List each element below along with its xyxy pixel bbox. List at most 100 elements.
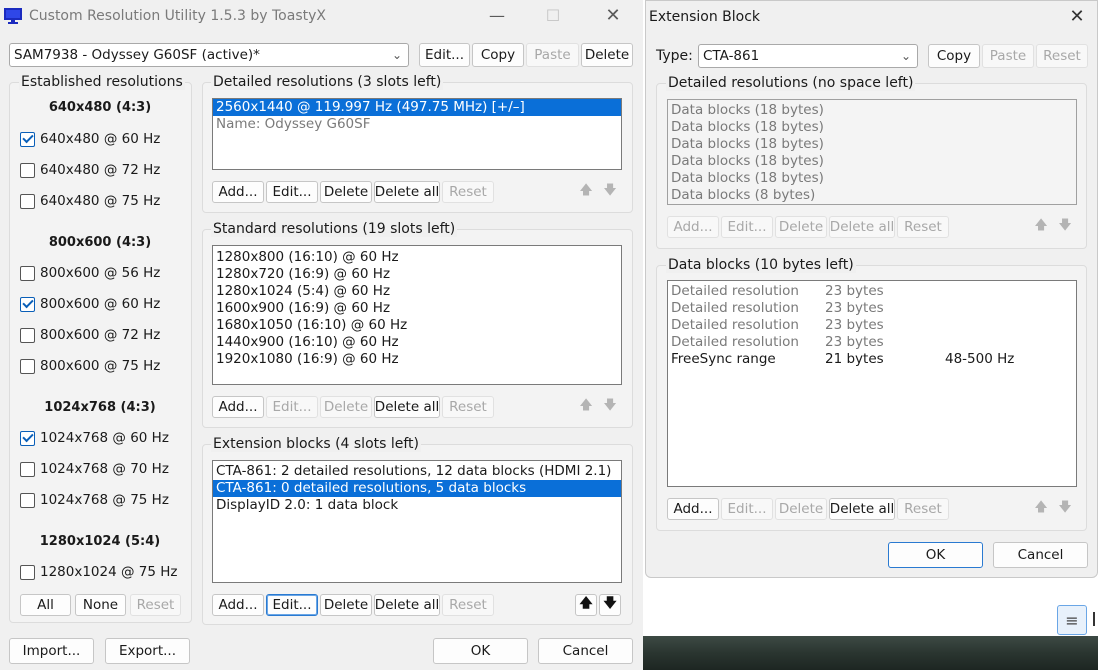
list-item[interactable]: Data blocks (8 bytes) [668,187,1076,204]
ext-detailed-delete-all-button[interactable]: Delete all [829,216,895,238]
extension-delete-button[interactable]: Delete [320,594,372,616]
checkbox-640x480-60[interactable]: 640x480 @ 60 Hz [20,131,160,147]
table-row[interactable]: Detailed resolution 23 bytes [668,334,1076,351]
checkbox-1024x768-60[interactable]: 1024x768 @ 60 Hz [20,430,169,446]
checkbox-1024x768-70[interactable]: 1024x768 @ 70 Hz [20,461,169,477]
ext-detailed-add-button[interactable]: Add... [667,216,719,238]
extension-move-up-button[interactable]: 🡅 [575,594,597,616]
all-button[interactable]: All [20,594,71,616]
type-select[interactable]: CTA-861 ⌄ [698,44,918,68]
list-item[interactable]: Data blocks (18 bytes) [668,136,1076,153]
extension-edit-button[interactable]: Edit... [266,594,318,616]
table-row[interactable]: Detailed resolution 23 bytes [668,283,1076,300]
list-item[interactable]: 1280x720 (16:9) @ 60 Hz [213,266,621,283]
device-paste-button[interactable]: Paste [526,43,579,67]
cancel-button[interactable]: Cancel [538,638,633,664]
ext-datablocks-delete-button[interactable]: Delete [775,498,827,520]
ext-detailed-reset-button[interactable]: Reset [897,216,949,238]
ext-datablocks-move-up-button[interactable]: 🡅 [1030,498,1052,520]
list-item[interactable]: 1440x900 (16:10) @ 60 Hz [213,334,621,351]
checkbox-1024x768-75[interactable]: 1024x768 @ 75 Hz [20,492,169,508]
ext-detailed-delete-button[interactable]: Delete [775,216,827,238]
checkbox-800x600-72[interactable]: 800x600 @ 72 Hz [20,327,160,343]
checkbox-800x600-56[interactable]: 800x600 @ 56 Hz [20,265,160,281]
detailed-edit-button[interactable]: Edit... [266,181,318,203]
standard-delete-all-button[interactable]: Delete all [374,396,440,418]
list-item[interactable]: 1680x1050 (16:10) @ 60 Hz [213,317,621,334]
table-row[interactable]: FreeSync range 21 bytes 48-500 Hz [668,351,1076,368]
checkbox-640x480-75[interactable]: 640x480 @ 75 Hz [20,193,160,209]
checkbox-checked-icon [20,296,35,312]
extension-reset-button[interactable]: Reset [442,594,494,616]
ok-button[interactable]: OK [433,638,528,664]
detailed-add-button[interactable]: Add... [212,181,264,203]
list-item[interactable]: 1280x1024 (5:4) @ 60 Hz [213,283,621,300]
established-reset-button[interactable]: Reset [130,594,181,616]
ext-datablocks-reset-button[interactable]: Reset [897,498,949,520]
ext-datablocks-add-button[interactable]: Add... [667,498,719,520]
list-item[interactable]: 1920x1080 (16:9) @ 60 Hz [213,351,621,368]
checkbox-1280x1024-75[interactable]: 1280x1024 @ 75 Hz [20,564,178,580]
detailed-move-down-button[interactable]: 🡇 [599,181,621,203]
device-select[interactable]: SAM7938 - Odyssey G60SF (active)* ⌄ [9,43,409,67]
standard-move-up-button[interactable]: 🡅 [575,396,597,418]
list-item[interactable]: Data blocks (18 bytes) [668,153,1076,170]
maximize-button[interactable]: ☐ [538,1,568,31]
detailed-delete-all-button[interactable]: Delete all [374,181,440,203]
checkbox-640x480-72[interactable]: 640x480 @ 72 Hz [20,162,160,178]
detailed-move-up-button[interactable]: 🡅 [575,181,597,203]
ext-ok-button[interactable]: OK [888,542,983,568]
list-item[interactable]: DisplayID 2.0: 1 data block [213,497,621,514]
close-icon: ✕ [1069,6,1085,27]
list-item[interactable]: Data blocks (18 bytes) [668,119,1076,136]
minimize-button[interactable]: — [482,1,512,31]
ext-detailed-move-up-button[interactable]: 🡅 [1030,216,1052,238]
device-edit-button[interactable]: Edit... [419,43,470,67]
group-heading-640: 640x480 (4:3) [48,100,152,115]
standard-reset-button[interactable]: Reset [442,396,494,418]
list-item[interactable]: 2560x1440 @ 119.997 Hz (497.75 MHz) [+/–… [213,99,621,116]
ext-detailed-edit-button[interactable]: Edit... [721,216,773,238]
export-button[interactable]: Export... [105,638,190,664]
ext-paste-button[interactable]: Paste [982,44,1034,68]
ext-datablocks-delete-all-button[interactable]: Delete all [829,498,895,520]
standard-move-down-button[interactable]: 🡇 [599,396,621,418]
detailed-delete-button[interactable]: Delete [320,181,372,203]
list-item[interactable]: Name: Odyssey G60SF [213,116,621,133]
list-item[interactable]: CTA-861: 2 detailed resolutions, 12 data… [213,463,621,480]
ext-close-button[interactable]: ✕ [1062,2,1092,32]
checkbox-800x600-75[interactable]: 800x600 @ 75 Hz [20,358,160,374]
extension-blocks-list[interactable]: CTA-861: 2 detailed resolutions, 12 data… [212,460,622,583]
import-button[interactable]: Import... [9,638,94,664]
ext-detailed-list[interactable]: Data blocks (18 bytes) Data blocks (18 b… [667,99,1077,205]
ext-datablocks-move-down-button[interactable]: 🡇 [1054,498,1076,520]
extension-add-button[interactable]: Add... [212,594,264,616]
none-button[interactable]: None [75,594,126,616]
standard-delete-button[interactable]: Delete [320,396,372,418]
detailed-reset-button[interactable]: Reset [442,181,494,203]
ext-reset-button[interactable]: Reset [1036,44,1088,68]
ext-detailed-move-down-button[interactable]: 🡇 [1054,216,1076,238]
list-item[interactable]: Data blocks (18 bytes) [668,170,1076,187]
table-row[interactable]: Detailed resolution 23 bytes [668,300,1076,317]
extension-move-down-button[interactable]: 🡇 [599,594,621,616]
standard-add-button[interactable]: Add... [212,396,264,418]
device-delete-button[interactable]: Delete [581,43,633,67]
ext-copy-button[interactable]: Copy [928,44,980,68]
ext-cancel-button[interactable]: Cancel [993,542,1088,568]
close-button[interactable]: ✕ [598,1,628,31]
device-copy-button[interactable]: Copy [472,43,524,67]
checkbox-800x600-60[interactable]: 800x600 @ 60 Hz [20,296,160,312]
taskbar-list-button[interactable]: ≡ [1057,605,1087,635]
table-row[interactable]: Detailed resolution 23 bytes [668,317,1076,334]
ext-datablocks-list[interactable]: Detailed resolution 23 bytes Detailed res… [667,280,1077,487]
list-item[interactable]: CTA-861: 0 detailed resolutions, 5 data … [213,480,621,497]
list-item[interactable]: Data blocks (18 bytes) [668,102,1076,119]
ext-datablocks-edit-button[interactable]: Edit... [721,498,773,520]
list-item[interactable]: 1280x800 (16:10) @ 60 Hz [213,249,621,266]
standard-edit-button[interactable]: Edit... [266,396,318,418]
detailed-resolutions-list[interactable]: 2560x1440 @ 119.997 Hz (497.75 MHz) [+/–… [212,98,622,170]
list-item[interactable]: 1600x900 (16:9) @ 60 Hz [213,300,621,317]
standard-resolutions-list[interactable]: 1280x800 (16:10) @ 60 Hz 1280x720 (16:9)… [212,245,622,385]
extension-delete-all-button[interactable]: Delete all [374,594,440,616]
